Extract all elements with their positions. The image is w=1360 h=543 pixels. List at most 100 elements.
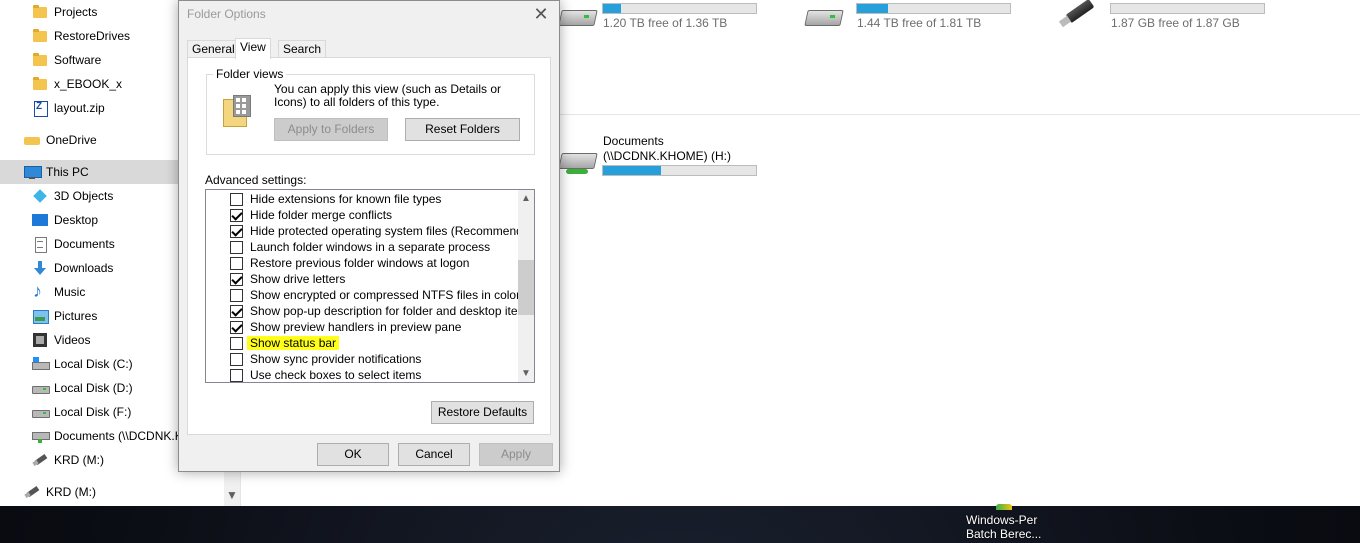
folder-views-description: You can apply this view (such as Details… bbox=[274, 82, 502, 109]
drive-usage-bar bbox=[1110, 3, 1265, 14]
setting-checkbox[interactable] bbox=[230, 321, 243, 334]
setting-label: Use check boxes to select items bbox=[250, 368, 422, 382]
close-icon[interactable]: ✕ bbox=[529, 3, 553, 25]
nav-item-label: Music bbox=[54, 285, 86, 299]
nav-item-label: 3D Objects bbox=[54, 189, 114, 203]
cube-icon bbox=[32, 188, 48, 204]
setting-checkbox[interactable] bbox=[230, 225, 243, 238]
drive-free-space: 1.44 TB free of 1.81 TB bbox=[857, 16, 982, 30]
drive-usage-bar bbox=[602, 165, 757, 176]
drive-free-space: 1.20 TB free of 1.36 TB bbox=[603, 16, 728, 30]
nav-item-label: KRD (M:) bbox=[46, 485, 96, 499]
setting-row[interactable]: Use check boxes to select items bbox=[206, 367, 518, 382]
setting-label: Show sync provider notifications bbox=[250, 352, 422, 366]
drive-free-space: 1.87 GB free of 1.87 GB bbox=[1111, 16, 1240, 30]
setting-row[interactable]: Show sync provider notifications bbox=[206, 351, 518, 367]
network-drive-icon bbox=[560, 145, 596, 174]
setting-checkbox[interactable] bbox=[230, 369, 243, 382]
nav-item-krd-m-root[interactable]: KRD (M:) bbox=[24, 480, 248, 504]
setting-checkbox[interactable] bbox=[230, 353, 243, 366]
desktop-icon bbox=[32, 212, 48, 228]
setting-label: Show status bar bbox=[247, 336, 340, 350]
setting-row[interactable]: Show status bar bbox=[206, 335, 518, 351]
setting-row[interactable]: Restore previous folder windows at logon bbox=[206, 255, 518, 271]
nav-item-label: Videos bbox=[54, 333, 91, 347]
drive-usage-bar bbox=[856, 3, 1011, 14]
nav-item-label: Projects bbox=[54, 5, 98, 19]
settings-scrollbar-thumb[interactable] bbox=[518, 260, 534, 315]
folder-icon bbox=[32, 28, 48, 44]
scroll-up-icon[interactable]: ▲ bbox=[518, 191, 534, 207]
setting-row[interactable]: Show preview handlers in preview pane bbox=[206, 319, 518, 335]
tab-view[interactable]: View bbox=[235, 38, 271, 59]
setting-label: Launch folder windows in a separate proc… bbox=[250, 240, 491, 254]
setting-row[interactable]: Hide extensions for known file types bbox=[206, 191, 518, 207]
onedrive-icon bbox=[24, 132, 40, 148]
setting-label: Show preview handlers in preview pane bbox=[250, 320, 462, 334]
reset-folders-button[interactable]: Reset Folders bbox=[405, 118, 520, 141]
drive-usage-bar bbox=[602, 3, 757, 14]
tab-search[interactable]: Search bbox=[278, 40, 327, 58]
restore-defaults-button[interactable]: Restore Defaults bbox=[431, 401, 534, 424]
music-note-icon bbox=[32, 281, 48, 302]
dialog-title: Folder Options bbox=[187, 7, 266, 21]
setting-row[interactable]: Hide folder merge conflicts bbox=[206, 207, 518, 223]
setting-checkbox[interactable] bbox=[230, 257, 243, 270]
setting-checkbox[interactable] bbox=[230, 241, 243, 254]
zip-file-icon bbox=[32, 100, 48, 117]
apply-button[interactable]: Apply bbox=[479, 443, 553, 466]
desktop-shortcut-icon[interactable] bbox=[996, 504, 1012, 510]
scroll-down-icon[interactable]: ▼ bbox=[518, 366, 534, 382]
desktop-shortcut-label[interactable]: Windows-Per Batch Berec... bbox=[966, 513, 1041, 541]
setting-row[interactable]: Launch folder windows in a separate proc… bbox=[206, 239, 518, 255]
setting-checkbox[interactable] bbox=[230, 273, 243, 286]
setting-checkbox[interactable] bbox=[230, 289, 243, 302]
tab-general[interactable]: General bbox=[187, 40, 240, 58]
nav-scroll-down-icon[interactable]: ▼ bbox=[224, 488, 240, 504]
cancel-button[interactable]: Cancel bbox=[398, 443, 470, 466]
advanced-settings-list[interactable]: Use check boxes to select items Show sync… bbox=[205, 189, 535, 383]
ok-button[interactable]: OK bbox=[317, 443, 389, 466]
settings-scrollbar[interactable]: ▲ ▼ bbox=[518, 190, 534, 382]
nav-item-documents-h[interactable]: Documents (\\DCDNK.KHOME) (H:) bbox=[32, 424, 178, 448]
setting-checkbox[interactable] bbox=[230, 305, 243, 318]
nav-item-label: Documents (\\DCDNK.KHOME) (H:) bbox=[54, 429, 178, 443]
advanced-settings-label: Advanced settings: bbox=[205, 173, 307, 187]
usb-drive-icon bbox=[32, 452, 48, 468]
nav-item-label: OneDrive bbox=[46, 133, 97, 147]
drive-usage-fill bbox=[603, 166, 662, 175]
view-tab-panel: Folder views You can apply this view (su… bbox=[187, 57, 551, 435]
folder-icon bbox=[32, 76, 48, 92]
setting-checkbox[interactable] bbox=[230, 337, 243, 350]
setting-row[interactable]: Show encrypted or compressed NTFS files … bbox=[206, 287, 520, 303]
folder-views-group: Folder views You can apply this view (su… bbox=[206, 67, 535, 155]
apply-to-folders-button[interactable]: Apply to Folders bbox=[274, 118, 388, 141]
setting-label: Show encrypted or compressed NTFS files … bbox=[250, 288, 521, 302]
setting-row[interactable]: Show pop-up description for folder and d… bbox=[206, 303, 534, 319]
nav-item-label: KRD (M:) bbox=[54, 453, 104, 467]
setting-checkbox[interactable] bbox=[230, 193, 243, 206]
nav-item-label: layout.zip bbox=[54, 101, 105, 115]
folder-options-dialog: Folder Options ✕ General View Search Fol… bbox=[178, 0, 560, 472]
nav-item-label: Local Disk (C:) bbox=[54, 357, 133, 371]
usb-drive-icon bbox=[24, 484, 40, 500]
setting-label: Restore previous folder windows at logon bbox=[250, 256, 470, 270]
setting-label: Show drive letters bbox=[250, 272, 346, 286]
folder-icon bbox=[32, 4, 48, 20]
setting-row[interactable]: Hide protected operating system files (R… bbox=[206, 223, 534, 239]
film-icon bbox=[32, 332, 48, 348]
setting-label: Hide extensions for known file types bbox=[250, 192, 442, 206]
computer-icon bbox=[24, 164, 42, 180]
nav-item-label: Software bbox=[54, 53, 102, 67]
nav-item-label: This PC bbox=[46, 165, 89, 179]
network-location-name: Documents bbox=[603, 134, 664, 148]
section-divider bbox=[560, 114, 1360, 115]
documents-icon bbox=[32, 236, 48, 253]
desktop-shortcut-line2: Batch Berec... bbox=[966, 527, 1042, 541]
download-arrow-icon bbox=[32, 260, 48, 276]
setting-row[interactable]: Show drive letters bbox=[206, 271, 518, 287]
setting-checkbox[interactable] bbox=[230, 209, 243, 222]
folder-views-icon bbox=[223, 95, 253, 127]
drive-icon bbox=[32, 404, 50, 420]
nav-item-label: Local Disk (D:) bbox=[54, 381, 133, 395]
